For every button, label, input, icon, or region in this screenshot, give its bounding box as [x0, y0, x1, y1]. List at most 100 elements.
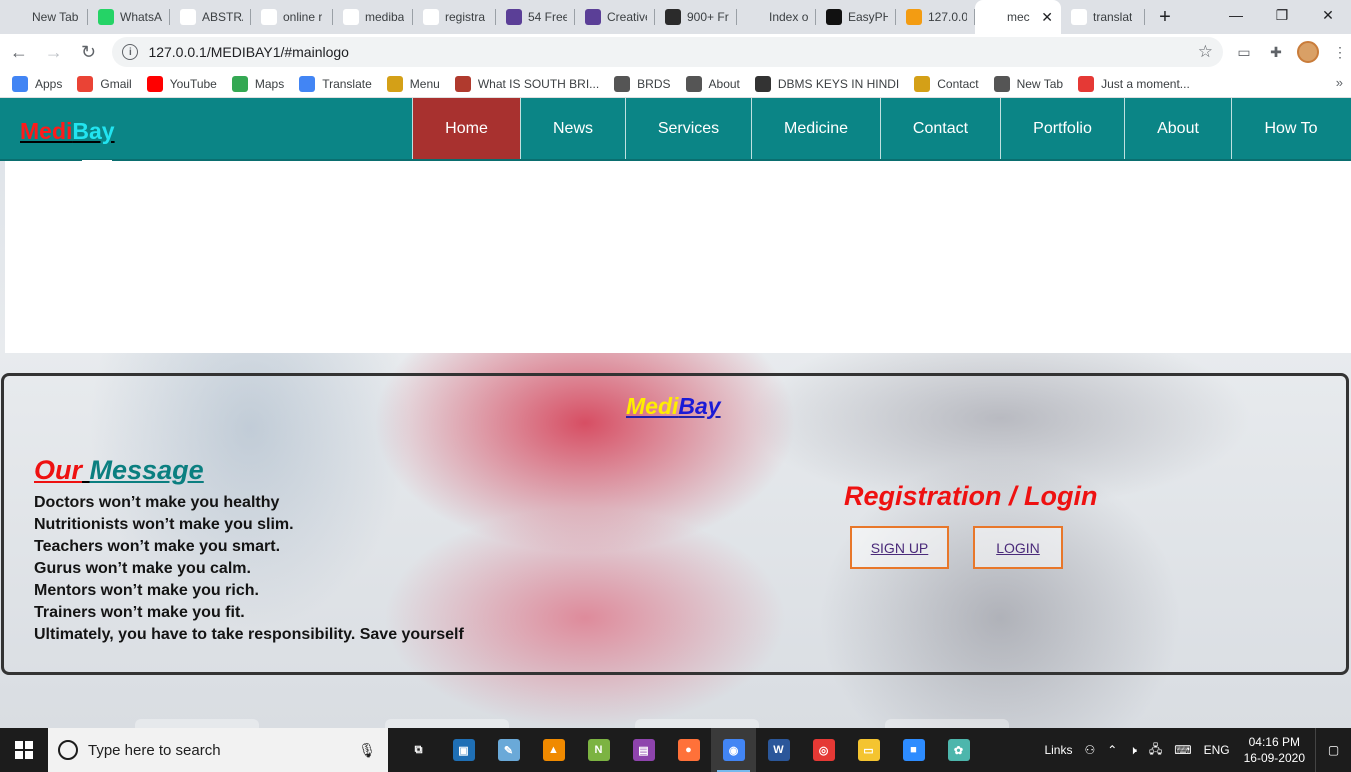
microphone-icon[interactable]: 🎙 — [358, 742, 376, 759]
nav-item-news[interactable]: News — [520, 98, 625, 159]
taskbar-app[interactable]: ▣ — [441, 728, 486, 772]
bookmark-item[interactable]: DBMS KEYS IN HINDI — [754, 75, 899, 92]
browser-tab[interactable]: Creative — [575, 0, 655, 34]
taskbar-app[interactable]: W — [756, 728, 801, 772]
newtab-icon — [10, 9, 26, 25]
chevron-up-icon[interactable]: ⌃ — [1107, 743, 1117, 757]
word-icon: W — [767, 739, 790, 761]
bookmark-item[interactable]: Contact — [914, 75, 979, 92]
bookmark-item[interactable]: Menu — [386, 75, 440, 92]
nav-item-contact[interactable]: Contact — [880, 98, 1000, 159]
bookmark-item[interactable]: Gmail — [77, 75, 132, 92]
taskbar-app[interactable]: ▲ — [531, 728, 576, 772]
bookmark-item[interactable]: What IS SOUTH BRI... — [454, 75, 599, 92]
nav-item-medicine[interactable]: Medicine — [751, 98, 880, 159]
profile-avatar[interactable] — [1297, 41, 1319, 63]
colorlib-icon — [506, 9, 522, 25]
taskbar-app[interactable]: ▤ — [621, 728, 666, 772]
taskbar-app[interactable]: ✎ — [486, 728, 531, 772]
browser-toolbar: ← → ↻ i 127.0.0.1/MEDIBAY1/#mainlogo ☆ ▭… — [0, 34, 1351, 70]
bookmark-item[interactable]: Maps — [231, 75, 284, 92]
language-indicator[interactable]: ENG — [1204, 743, 1230, 757]
browser-tab[interactable]: WhatsA — [88, 0, 170, 34]
taskbar-search[interactable]: Type here to search 🎙 — [48, 728, 388, 772]
people-icon[interactable]: ⚇ — [1084, 743, 1095, 757]
browser-tabstrip: New Tab WhatsA ABSTRA online r mediba registr… — [0, 0, 1351, 34]
forward-arrow-icon[interactable]: → — [38, 36, 70, 68]
browser-tab[interactable]: online r — [251, 0, 333, 34]
speaker-icon[interactable]: 🕨 — [1129, 743, 1137, 758]
bookmark-item[interactable]: About — [685, 75, 740, 92]
browser-tab[interactable]: 900+ Fr — [655, 0, 737, 34]
tab-label: 54 Free — [528, 10, 567, 24]
taskbar-app[interactable]: ◉ — [711, 728, 756, 772]
card-edge — [635, 719, 759, 728]
browser-tab[interactable]: 54 Free — [496, 0, 575, 34]
bookmark-item[interactable]: BRDS — [614, 75, 671, 92]
nav-item-portfolio[interactable]: Portfolio — [1000, 98, 1124, 159]
tab-label: New Tab — [32, 10, 79, 24]
browser-tab[interactable]: Index o — [737, 0, 816, 34]
bookmark-item[interactable]: Translate — [299, 75, 372, 92]
card-edge — [385, 719, 509, 728]
browser-tab[interactable]: mec ✕ — [975, 0, 1061, 34]
youtube-icon — [146, 75, 163, 92]
browser-tab[interactable]: translat — [1061, 0, 1145, 34]
taskbar-app[interactable]: ● — [666, 728, 711, 772]
more-bookmarks-icon[interactable]: » — [1336, 75, 1343, 90]
reload-icon[interactable]: ↻ — [73, 36, 105, 68]
globe-icon — [685, 75, 702, 92]
minimize-icon[interactable]: — — [1213, 0, 1259, 30]
site-info-icon[interactable]: i — [122, 44, 139, 60]
nav-item-services[interactable]: Services — [625, 98, 751, 159]
nav-item-home[interactable]: Home — [412, 98, 520, 159]
taskbar-app[interactable]: ⧉ — [396, 728, 441, 772]
keyboard-icon[interactable]: ⌨ — [1174, 743, 1191, 757]
new-tab-button[interactable]: + — [1151, 3, 1179, 31]
browser-tab[interactable]: mediba — [333, 0, 413, 34]
taskbar-app[interactable]: ■ — [891, 728, 936, 772]
menu-dots-icon[interactable]: ⋮ — [1329, 41, 1351, 63]
tab-label: Index o — [769, 10, 808, 24]
bookmark-item[interactable]: Apps — [12, 75, 62, 92]
notification-icon[interactable]: ▢ — [1315, 728, 1351, 772]
system-tray: Links ⚇ ⌃ 🕨 🖧 ⌨ ENG 04:16 PM 16-09-2020 … — [1038, 728, 1351, 772]
bookmark-star-icon[interactable]: ☆ — [1198, 42, 1213, 62]
clock-time: 04:16 PM — [1248, 735, 1300, 749]
close-window-icon[interactable]: ✕ — [1305, 0, 1351, 30]
site-logo[interactable]: MediBay — [20, 118, 115, 145]
browser-tab[interactable]: ABSTRA — [170, 0, 251, 34]
extensions-icon[interactable]: ✚ — [1265, 41, 1287, 63]
message-line: Ultimately, you have to take responsibil… — [34, 626, 464, 643]
taskbar-app[interactable]: N — [576, 728, 621, 772]
signup-button[interactable]: SIGN UP — [850, 526, 949, 569]
google-icon — [423, 9, 439, 25]
clock[interactable]: 04:16 PM 16-09-2020 — [1244, 734, 1305, 766]
start-button[interactable] — [0, 728, 48, 772]
taskbar-app[interactable]: ◎ — [801, 728, 846, 772]
paint-icon: ✿ — [947, 739, 970, 761]
close-tab-icon[interactable]: ✕ — [1037, 9, 1053, 26]
browser-tab[interactable]: 127.0.0. — [896, 0, 975, 34]
bookmark-item[interactable]: Just a moment... — [1078, 75, 1190, 92]
nav-item-how-to[interactable]: How To — [1231, 98, 1350, 159]
bookmark-item[interactable]: YouTube — [146, 75, 217, 92]
easyphp-icon — [826, 9, 842, 25]
browser-tab[interactable]: registra — [413, 0, 496, 34]
windows-logo-icon — [15, 741, 33, 759]
back-arrow-icon[interactable]: ← — [3, 36, 35, 68]
taskbar-app[interactable]: ✿ — [936, 728, 981, 772]
address-bar[interactable]: i 127.0.0.1/MEDIBAY1/#mainlogo ☆ — [112, 37, 1223, 67]
taskbar-app[interactable]: ▭ — [846, 728, 891, 772]
address-text[interactable]: 127.0.0.1/MEDIBAY1/#mainlogo — [148, 44, 349, 60]
bookmark-item[interactable]: New Tab — [993, 75, 1063, 92]
restore-icon[interactable]: ❐ — [1259, 0, 1305, 30]
bookmarks-bar: Apps Gmail YouTube Maps Translate Menu What IS… — [0, 70, 1351, 98]
browser-tab[interactable]: New Tab — [0, 0, 88, 34]
nav-item-about[interactable]: About — [1124, 98, 1231, 159]
cast-icon[interactable]: ▭ — [1233, 41, 1255, 63]
browser-tab[interactable]: EasyPH — [816, 0, 896, 34]
network-icon[interactable]: 🖧 — [1149, 740, 1162, 761]
links-toolbar[interactable]: Links — [1044, 743, 1072, 757]
login-button[interactable]: LOGIN — [973, 526, 1063, 569]
